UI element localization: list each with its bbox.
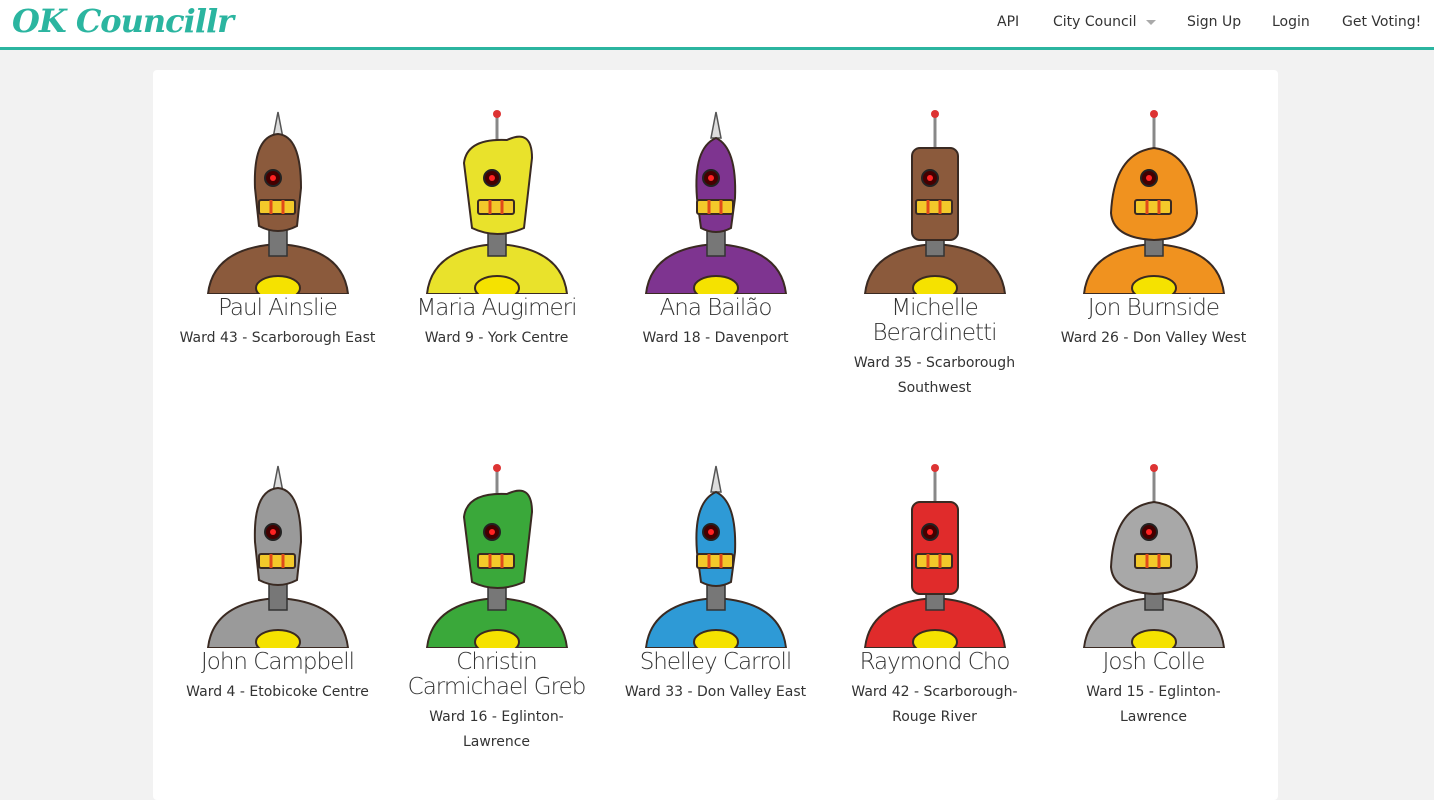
councillor-name: Michelle Berardinetti <box>872 295 998 346</box>
councillor-ward: Ward 35 - Scarborough Southwest <box>853 355 1016 396</box>
councillor-name: Maria Augimeri <box>416 295 577 321</box>
robot-avatar-icon <box>863 110 1006 294</box>
brand-logo[interactable]: OK Councillr <box>12 2 234 40</box>
chevron-down-icon <box>1146 19 1157 25</box>
councillor-name: Josh Colle <box>1102 649 1206 675</box>
robot-avatar-icon <box>1082 110 1225 294</box>
councillor-card[interactable]: Jon Burnside Ward 26 - Don Valley West <box>1044 108 1263 351</box>
councillor-name: Shelley Carroll <box>639 649 793 675</box>
robot-avatar-icon <box>644 465 787 648</box>
councillor-card[interactable]: Christin Carmichael Greb Ward 16 - Eglin… <box>387 462 606 755</box>
nav-city-council-dropdown[interactable]: City Council <box>1053 14 1157 30</box>
councillor-ward: Ward 15 - Eglinton-Lawrence <box>1086 684 1221 725</box>
councillor-card[interactable]: Josh Colle Ward 15 - Eglinton-Lawrence <box>1044 462 1263 730</box>
councillor-card[interactable]: John Campbell Ward 4 - Etobicoke Centre <box>168 462 387 705</box>
councillor-ward: Ward 9 - York Centre <box>424 330 569 346</box>
robot-avatar-icon <box>644 111 787 294</box>
councillor-name: Jon Burnside <box>1087 295 1220 321</box>
councillor-ward: Ward 18 - Davenport <box>642 330 789 346</box>
councillor-ward: Ward 26 - Don Valley West <box>1060 330 1247 346</box>
nav-login[interactable]: Login <box>1272 14 1310 30</box>
councillor-grid: Paul Ainslie Ward 43 - Scarborough East … <box>153 70 1278 800</box>
councillor-ward: Ward 43 - Scarborough East <box>179 330 376 346</box>
robot-avatar-icon <box>425 464 568 648</box>
councillor-card[interactable]: Ana Bailão Ward 18 - Davenport <box>606 108 825 351</box>
navbar: OK Councillr API City Council Sign Up Lo… <box>0 0 1434 50</box>
councillor-name: Raymond Cho <box>859 649 1011 675</box>
nav-city-council-label: City Council <box>1053 14 1137 30</box>
nav-get-voting[interactable]: Get Voting! <box>1342 14 1421 30</box>
councillor-ward: Ward 16 - Eglinton-Lawrence <box>429 709 564 750</box>
councillor-ward: Ward 4 - Etobicoke Centre <box>186 684 369 700</box>
robot-avatar-icon <box>425 110 568 294</box>
robot-avatar-icon <box>206 111 349 294</box>
councillor-ward: Ward 33 - Don Valley East <box>624 684 807 700</box>
councillor-card[interactable]: Maria Augimeri Ward 9 - York Centre <box>387 108 606 351</box>
nav-sign-up[interactable]: Sign Up <box>1187 14 1241 30</box>
councillor-ward: Ward 42 - Scarborough-Rouge River <box>851 684 1018 725</box>
robot-avatar-icon <box>1082 464 1225 648</box>
councillor-name: Christin Carmichael Greb <box>407 649 587 700</box>
robot-avatar-icon <box>206 465 349 648</box>
councillor-name: John Campbell <box>200 649 355 675</box>
councillor-card[interactable]: Paul Ainslie Ward 43 - Scarborough East <box>168 108 387 351</box>
robot-avatar-icon <box>863 464 1006 648</box>
councillor-card[interactable]: Raymond Cho Ward 42 - Scarborough-Rouge … <box>825 462 1044 730</box>
councillor-name: Paul Ainslie <box>218 295 338 321</box>
nav-api[interactable]: API <box>997 14 1019 30</box>
councillor-name: Ana Bailão <box>659 295 773 321</box>
councillor-card[interactable]: Shelley Carroll Ward 33 - Don Valley Eas… <box>606 462 825 705</box>
councillor-card[interactable]: Michelle Berardinetti Ward 35 - Scarboro… <box>825 108 1044 401</box>
